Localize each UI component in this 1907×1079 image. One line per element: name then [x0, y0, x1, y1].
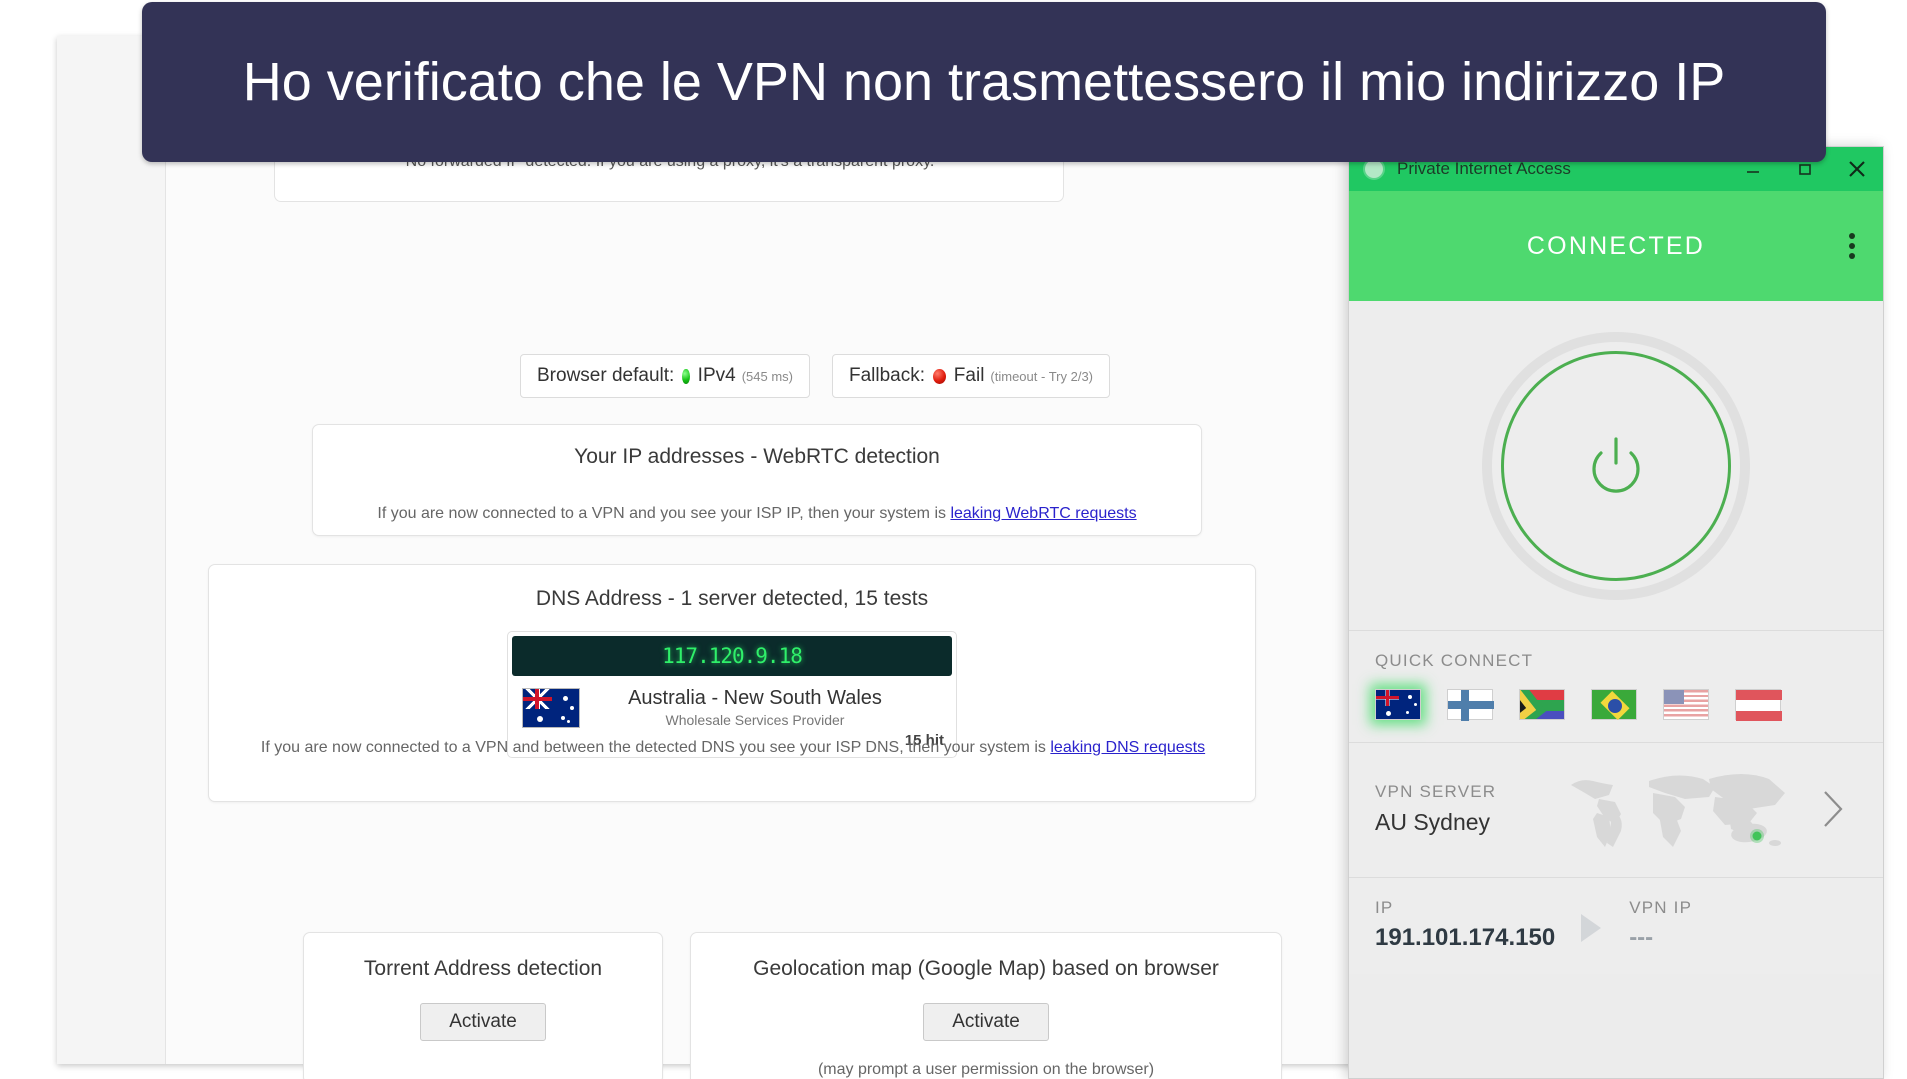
dns-server-text: Australia - New South Wales Wholesale Se… [594, 686, 956, 730]
webrtc-leak-link[interactable]: leaking WebRTC requests [950, 505, 1136, 522]
torrent-title: Torrent Address detection [363, 957, 603, 980]
flag-finland-icon[interactable] [1447, 689, 1494, 721]
vpn-server-value: AU Sydney [1375, 809, 1491, 835]
browser-page-shell: Australia - New South Wales Wholesale Se… [57, 2, 1490, 1079]
dns-address-display: 117.120.9.18 [512, 636, 952, 676]
dns-title: DNS Address - 1 server detected, 15 test… [535, 587, 929, 610]
geolocation-card: Geolocation map (Google Map) based on br… [690, 932, 1282, 1079]
torrent-activate-button[interactable]: Activate [420, 1003, 546, 1041]
vpn-server-label: VPN SERVER [1375, 782, 1497, 801]
browser-default-label: Browser default: [537, 365, 675, 386]
flag-brazil-icon[interactable] [1591, 689, 1637, 721]
geolocation-button-wrap: Activate [691, 1003, 1281, 1041]
vpn-server-section[interactable]: VPN SERVER AU Sydney [1349, 743, 1883, 878]
browser-default-detail: (545 ms) [741, 368, 793, 384]
quick-connect-label: QUICK CONNECT [1375, 651, 1534, 670]
flag-australia-icon [522, 688, 580, 728]
italian-caption-banner: Ho verificato che le VPN non trasmettess… [142, 2, 1826, 162]
flag-austria-icon[interactable] [1735, 689, 1782, 721]
page-content-area: Australia - New South Wales Wholesale Se… [165, 2, 1490, 1079]
flag-australia-icon[interactable] [1375, 689, 1421, 720]
geolocation-activate-button[interactable]: Activate [923, 1003, 1049, 1041]
dns-card: DNS Address - 1 server detected, 15 test… [208, 564, 1256, 802]
webrtc-note-text: If you are now connected to a VPN and yo… [377, 505, 951, 522]
pia-app-window: Private Internet Access CONNECTED QUICK … [1348, 146, 1884, 1079]
pia-status-text: CONNECTED [1526, 231, 1706, 260]
red-dot-icon [933, 368, 946, 384]
italian-caption-text: Ho verificato che le VPN non trasmettess… [242, 52, 1726, 112]
vpn-ip-col: VPN IP --- [1629, 898, 1692, 952]
dns-leak-link[interactable]: leaking DNS requests [1050, 739, 1205, 756]
vpn-ip-value: --- [1629, 924, 1654, 951]
quick-connect-section: QUICK CONNECT [1349, 631, 1883, 743]
fallback-label: Fallback: [849, 365, 926, 386]
webrtc-title: Your IP addresses - WebRTC detection [574, 445, 940, 468]
connection-ip-row: IP 191.101.174.150 VPN IP --- [1375, 898, 1857, 952]
ipleak-results-column: Australia - New South Wales Wholesale Se… [166, 2, 1490, 1079]
geolocation-title: Geolocation map (Google Map) based on br… [753, 957, 1219, 980]
power-ring-outer[interactable] [1492, 341, 1740, 590]
quick-connect-flag-row [1375, 689, 1857, 721]
dns-server-provider: Wholesale Services Provider [665, 712, 845, 728]
vpn-server-row[interactable]: VPN SERVER AU Sydney [1375, 763, 1857, 855]
torrent-card: Torrent Address detection Activate [303, 932, 663, 1079]
webrtc-note: If you are now connected to a VPN and yo… [313, 505, 1201, 523]
flag-united-states-icon[interactable] [1663, 689, 1709, 720]
screenshot-root: Australia - New South Wales Wholesale Se… [0, 0, 1907, 1079]
local-ip-col: IP 191.101.174.150 [1375, 898, 1555, 952]
browser-default-pill: Browser default: IPv4 (545 ms) [520, 354, 810, 398]
power-ring [1501, 350, 1731, 581]
dns-server-name: Australia - New South Wales [628, 687, 882, 709]
torrent-button-wrap: Activate [304, 1003, 662, 1041]
vpn-ip-label: VPN IP [1629, 898, 1693, 917]
browser-default-value: IPv4 [697, 365, 736, 386]
power-button-icon [1592, 436, 1640, 493]
pia-window-title: Private Internet Access [1397, 159, 1571, 178]
dns-server-row: Australia - New South Wales Wholesale Se… [508, 680, 956, 732]
green-dot-icon [682, 368, 690, 384]
arrow-right-icon [1581, 914, 1602, 942]
fallback-value: Fail [953, 365, 985, 386]
webrtc-card: Your IP addresses - WebRTC detection If … [312, 424, 1202, 536]
fallback-pill: Fallback: Fail (timeout - Try 2/3) [832, 354, 1110, 398]
kebab-menu-icon[interactable] [1849, 229, 1855, 263]
vpn-server-left: VPN SERVER AU Sydney [1375, 782, 1496, 836]
world-map-icon [1571, 774, 1785, 847]
close-icon[interactable] [1831, 147, 1883, 191]
connection-info-section: IP 191.101.174.150 VPN IP --- [1349, 878, 1883, 974]
pia-power-area [1349, 301, 1883, 631]
geolocation-note: (may prompt a user permission on the bro… [817, 1061, 1155, 1078]
ip-label: IP [1375, 898, 1394, 917]
flag-south-africa-icon[interactable] [1519, 689, 1565, 720]
ip-value: 191.101.174.150 [1375, 924, 1556, 951]
pia-connection-header: CONNECTED [1349, 191, 1883, 301]
chevron-right-icon [1824, 791, 1843, 827]
fallback-detail: (timeout - Try 2/3) [990, 368, 1093, 384]
dns-note-text: If you are now connected to a VPN and be… [260, 739, 1051, 756]
dns-note: If you are now connected to a VPN and be… [209, 739, 1257, 757]
